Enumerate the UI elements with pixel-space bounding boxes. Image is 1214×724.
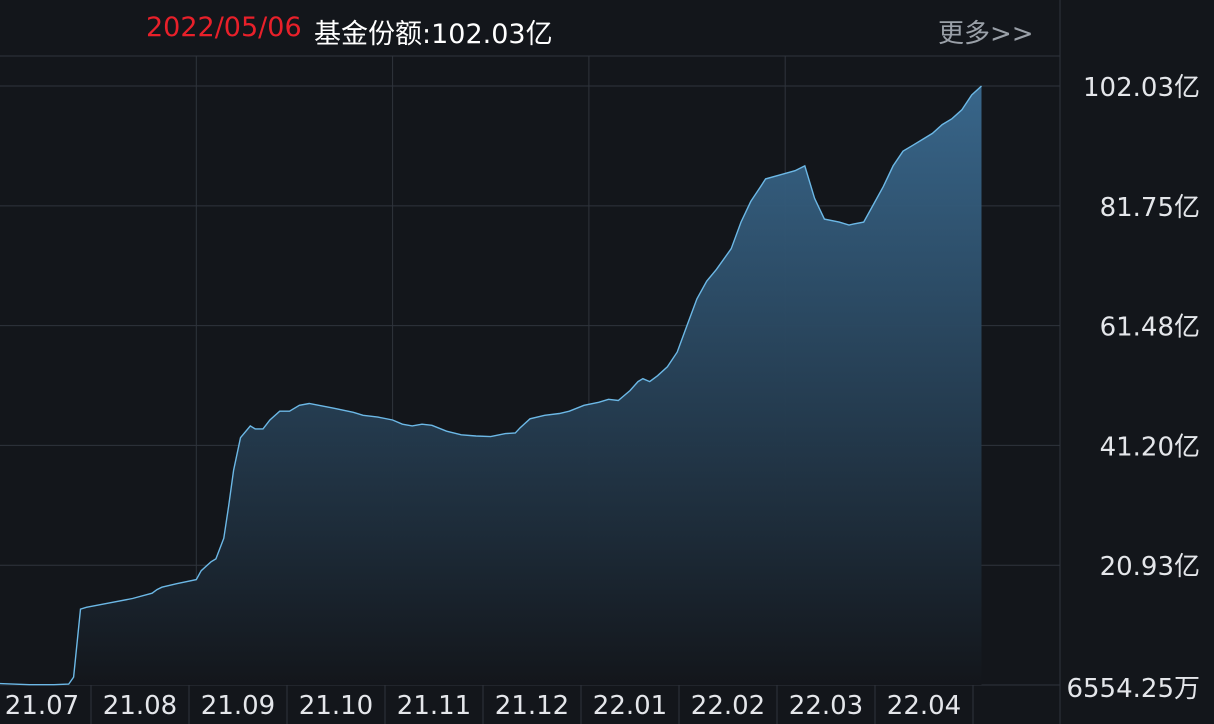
- y-tick-label: 102.03亿: [1083, 73, 1200, 103]
- x-axis-ticks: 21.07 21.08 21.09 21.10 21.11 21.12 22.01 22.02…: [5, 685, 974, 724]
- x-tick-label: 21.11: [397, 691, 471, 721]
- y-tick-label: 41.20亿: [1100, 432, 1200, 462]
- x-tick-label: 21.08: [103, 691, 177, 721]
- y-tick-label: 20.93亿: [1100, 552, 1200, 582]
- x-tick-label: 21.10: [299, 691, 373, 721]
- x-tick-label: 22.02: [691, 691, 765, 721]
- fund-share-area-chart: 6554.25万20.93亿41.20亿61.48亿81.75亿102.03亿 …: [0, 0, 1200, 724]
- y-tick-label: 81.75亿: [1100, 193, 1200, 223]
- x-tick-label: 22.04: [887, 691, 961, 721]
- y-axis-ticks: 6554.25万 20.93亿 41.20亿 61.48亿 81.75亿 102.03亿: [1066, 73, 1200, 704]
- x-tick-label: 21.07: [5, 691, 79, 721]
- x-tick-label: 21.09: [201, 691, 275, 721]
- x-tick-label: 22.03: [789, 691, 863, 721]
- x-tick-label: 21.12: [495, 691, 569, 721]
- y-tick-label: 61.48亿: [1100, 313, 1200, 343]
- x-tick-label: 22.01: [593, 691, 667, 721]
- fund-share-chart-panel: 2022/05/06 基金份额:102.03亿 更多>> 6554.25万 20.…: [0, 0, 1214, 724]
- y-tick-label: 6554.25万: [1066, 674, 1200, 704]
